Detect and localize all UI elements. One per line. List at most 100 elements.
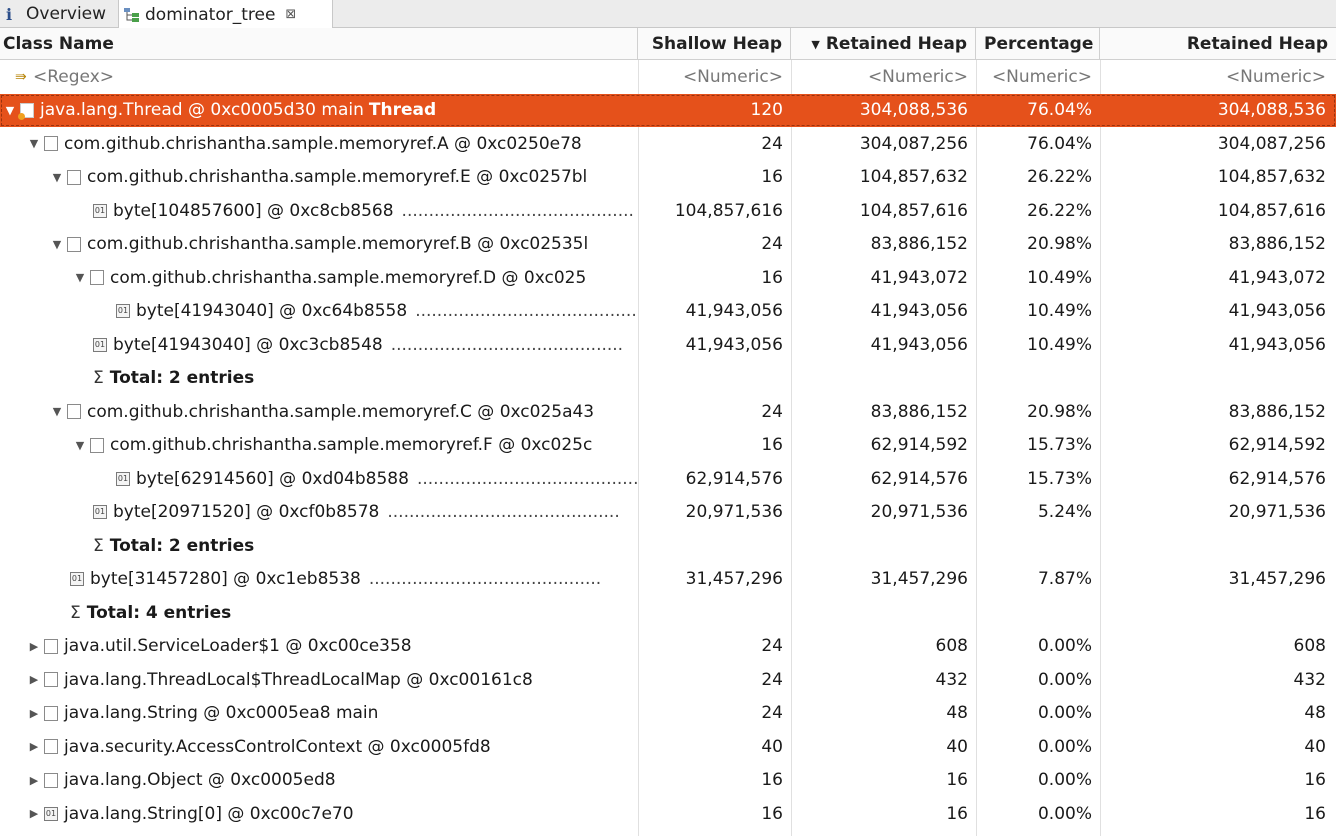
table-row[interactable]: 01 byte[31457280] @ 0xc1eb8538 .........… [0, 563, 1336, 597]
row-retained-heap-2: 608 [1293, 636, 1326, 657]
row-class-name: java.lang.Object @ 0xc0005ed8 [64, 770, 336, 791]
object-icon [44, 705, 58, 721]
expand-toggle-icon[interactable]: ▶ [24, 807, 44, 820]
row-class-name: byte[62914560] @ 0xd04b8588 [136, 468, 409, 489]
filter-icon: ⇛ [15, 68, 27, 85]
row-class-name: com.github.chrishantha.sample.memoryref.… [87, 401, 595, 422]
table-row[interactable]: 01 byte[62914560] @ 0xd04b8588 .........… [0, 462, 1336, 496]
object-icon [67, 236, 81, 252]
row-percentage: 20.98% [1027, 234, 1092, 255]
table-row[interactable]: ▶ java.lang.String @ 0xc0005ea8 main 24 … [0, 697, 1336, 731]
column-header-shallow-heap[interactable]: Shallow Heap [638, 28, 791, 60]
table-row[interactable]: ▶ java.util.ServiceLoader$1 @ 0xc00ce358… [0, 630, 1336, 664]
table-row-total: Σ Total: 2 entries [0, 529, 1336, 563]
row-shallow-heap: 16 [761, 770, 783, 791]
regex-placeholder: <Regex> [33, 66, 115, 87]
row-retained-heap: 608 [935, 636, 968, 657]
object-icon [90, 437, 104, 453]
row-retained-heap: 62,914,592 [870, 435, 968, 456]
table-row[interactable]: 01 byte[41943040] @ 0xc64b8558 .........… [0, 295, 1336, 329]
expand-toggle-icon[interactable]: ▼ [0, 104, 20, 117]
object-icon [67, 404, 81, 420]
expand-toggle-icon[interactable]: ▶ [24, 640, 44, 653]
array-icon: 01 [70, 572, 84, 587]
row-retained-heap: 41,943,056 [870, 334, 968, 355]
row-class-name: com.github.chrishantha.sample.memoryref.… [87, 234, 589, 255]
retained-heap-filter[interactable]: <Numeric> [791, 60, 976, 94]
expand-toggle-icon[interactable]: ▶ [24, 707, 44, 720]
expand-toggle-icon[interactable]: ▼ [24, 137, 44, 150]
row-percentage: 10.49% [1027, 301, 1092, 322]
close-icon[interactable]: ⊠ [285, 7, 296, 22]
column-header-retained-heap[interactable]: ▼ Retained Heap [791, 28, 976, 60]
expand-toggle-icon[interactable]: ▼ [47, 171, 67, 184]
object-icon [90, 270, 104, 286]
table-row[interactable]: ▶ java.security.AccessControlContext @ 0… [0, 730, 1336, 764]
row-retained-heap: 48 [946, 703, 968, 724]
table-row-thread-main[interactable]: ▼ java.lang.Thread @ 0xc0005d30 main Thr… [0, 93, 1336, 127]
table-row-total: Σ Total: 2 entries [0, 362, 1336, 396]
row-percentage: 15.73% [1027, 435, 1092, 456]
table-row[interactable]: ▼ com.github.chrishantha.sample.memoryre… [0, 395, 1336, 429]
row-shallow-heap: 24 [761, 133, 783, 154]
table-row[interactable]: 01 byte[41943040] @ 0xc3cb8548 .........… [0, 328, 1336, 362]
row-class-name: java.security.AccessControlContext @ 0xc… [64, 736, 491, 757]
table-row[interactable]: ▶ java.lang.ThreadLocal$ThreadLocalMap @… [0, 663, 1336, 697]
expand-toggle-icon[interactable]: ▶ [24, 740, 44, 753]
array-icon: 01 [116, 304, 130, 319]
row-retained-heap-2: 41,943,056 [1228, 334, 1326, 355]
expand-toggle-icon[interactable]: ▼ [70, 439, 90, 452]
row-percentage: 0.00% [1037, 703, 1092, 724]
percentage-filter[interactable]: <Numeric> [976, 60, 1100, 94]
table-row[interactable]: ▼ com.github.chrishantha.sample.memoryre… [0, 127, 1336, 161]
column-header-class-name[interactable]: Class Name [0, 28, 638, 60]
shallow-heap-filter[interactable]: <Numeric> [638, 60, 791, 94]
tab-overview[interactable]: i Overview [0, 0, 118, 28]
sigma-icon: Σ [93, 535, 104, 556]
table-row[interactable]: ▶ java.lang.Object @ 0xc0005ed8 16 16 0.… [0, 764, 1336, 798]
row-percentage: 0.00% [1037, 770, 1092, 791]
row-shallow-heap: 104,857,616 [674, 200, 783, 221]
column-header-retained-heap-2[interactable]: Retained Heap [1100, 28, 1336, 60]
row-retained-heap-2: 48 [1304, 703, 1326, 724]
object-icon [44, 739, 58, 755]
array-icon: 01 [93, 505, 107, 520]
expand-toggle-icon[interactable]: ▶ [24, 673, 44, 686]
tab-dominator-tree[interactable]: dominator_tree ⊠ [118, 0, 333, 29]
row-shallow-heap: 40 [761, 736, 783, 757]
row-retained-heap: 16 [946, 803, 968, 824]
table-row[interactable]: 01 byte[104857600] @ 0xc8cb8568 ........… [0, 194, 1336, 228]
row-class-name: byte[104857600] @ 0xc8cb8568 [113, 200, 394, 221]
array-icon: 01 [44, 806, 58, 821]
expand-toggle-icon[interactable]: ▼ [70, 271, 90, 284]
row-shallow-heap: 16 [761, 435, 783, 456]
table-row[interactable]: ▼ com.github.chrishantha.sample.memoryre… [0, 429, 1336, 463]
array-icon: 01 [93, 337, 107, 352]
row-shallow-heap: 41,943,056 [685, 334, 783, 355]
row-dots: ........................................… [416, 468, 638, 489]
expand-toggle-icon[interactable]: ▼ [47, 238, 67, 251]
table-row[interactable]: 01 byte[20971520] @ 0xcf0b8578 .........… [0, 496, 1336, 530]
table-row[interactable]: ▼ com.github.chrishantha.sample.memoryre… [0, 261, 1336, 295]
object-icon [44, 136, 58, 152]
row-retained-heap-2: 83,886,152 [1228, 401, 1326, 422]
expand-toggle-icon[interactable]: ▶ [24, 774, 44, 787]
row-shallow-heap: 24 [761, 636, 783, 657]
row-retained-heap-2: 83,886,152 [1228, 234, 1326, 255]
sigma-icon: Σ [93, 368, 104, 389]
column-header-percentage[interactable]: Percentage [976, 28, 1100, 60]
sort-descending-icon: ▼ [811, 37, 820, 51]
row-retained-heap-2: 16 [1304, 770, 1326, 791]
expand-toggle-icon[interactable]: ▼ [47, 405, 67, 418]
row-shallow-heap: 16 [761, 167, 783, 188]
row-class-name: java.util.ServiceLoader$1 @ 0xc00ce358 [64, 636, 412, 657]
row-shallow-heap: 62,914,576 [685, 468, 783, 489]
row-percentage: 26.22% [1027, 167, 1092, 188]
table-row[interactable]: ▶ 01 java.lang.String[0] @ 0xc00c7e70 16… [0, 797, 1336, 831]
thread-icon [18, 102, 34, 120]
class-name-filter[interactable]: ⇛ <Regex> [0, 60, 638, 94]
table-row[interactable]: ▼ com.github.chrishantha.sample.memoryre… [0, 161, 1336, 195]
row-retained-heap-2: 41,943,056 [1228, 301, 1326, 322]
table-row[interactable]: ▼ com.github.chrishantha.sample.memoryre… [0, 228, 1336, 262]
retained-heap-filter-2[interactable]: <Numeric> [1100, 60, 1336, 94]
